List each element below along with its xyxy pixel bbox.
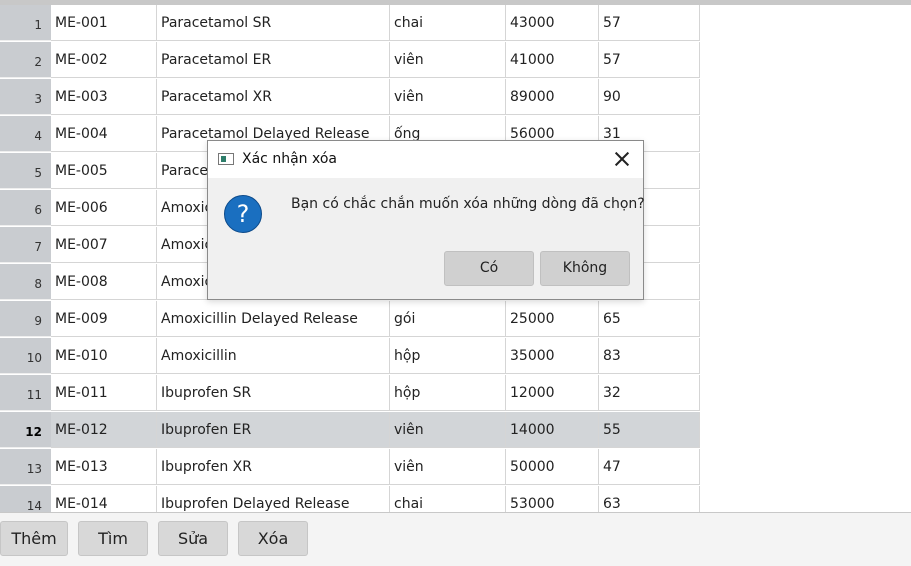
button-bar: Thêm Tìm Sửa Xóa xyxy=(0,513,911,566)
row-number[interactable]: 6 xyxy=(0,190,51,226)
row-number[interactable]: 13 xyxy=(0,449,51,485)
table-row[interactable]: 3 ME-003 Paracetamol XR viên 89000 90 xyxy=(0,79,700,116)
price-cell[interactable]: 43000 xyxy=(506,5,599,41)
edit-button[interactable]: Sửa xyxy=(158,521,228,556)
table-empty-area xyxy=(700,5,911,512)
name-cell[interactable]: Amoxicillin Delayed Release xyxy=(157,301,390,337)
table-row[interactable]: 14 ME-014 Ibuprofen Delayed Release chai 530… xyxy=(0,486,700,512)
table-row[interactable]: 1 ME-001 Paracetamol SR chai 43000 57 xyxy=(0,5,700,42)
code-cell[interactable]: ME-007 xyxy=(51,227,157,263)
code-cell[interactable]: ME-002 xyxy=(51,42,157,78)
row-number[interactable]: 11 xyxy=(0,375,51,411)
dialog-message: Bạn có chắc chắn muốn xóa những dòng đã … xyxy=(291,196,645,212)
code-cell[interactable]: ME-005 xyxy=(51,153,157,189)
quantity-cell[interactable]: 32 xyxy=(599,375,700,411)
price-cell[interactable]: 25000 xyxy=(506,301,599,337)
name-cell[interactable]: Ibuprofen ER xyxy=(157,412,390,448)
code-cell[interactable]: ME-012 xyxy=(51,412,157,448)
dialog-title: Xác nhận xóa xyxy=(242,151,337,167)
code-cell[interactable]: ME-013 xyxy=(51,449,157,485)
row-number[interactable]: 10 xyxy=(0,338,51,374)
code-cell[interactable]: ME-011 xyxy=(51,375,157,411)
code-cell[interactable]: ME-010 xyxy=(51,338,157,374)
dialog-titlebar: Xác nhận xóa xyxy=(208,141,643,178)
code-cell[interactable]: ME-009 xyxy=(51,301,157,337)
row-number[interactable]: 2 xyxy=(0,42,51,78)
unit-cell[interactable]: chai xyxy=(390,5,506,41)
table-row[interactable]: 2 ME-002 Paracetamol ER viên 41000 57 xyxy=(0,42,700,79)
name-cell[interactable]: Ibuprofen XR xyxy=(157,449,390,485)
price-cell[interactable]: 35000 xyxy=(506,338,599,374)
table-row[interactable]: 10 ME-010 Amoxicillin hộp 35000 83 xyxy=(0,338,700,375)
quantity-cell[interactable]: 65 xyxy=(599,301,700,337)
unit-cell[interactable]: hộp xyxy=(390,338,506,374)
price-cell[interactable]: 89000 xyxy=(506,79,599,115)
quantity-cell[interactable]: 63 xyxy=(599,486,700,512)
name-cell[interactable]: Paracetamol XR xyxy=(157,79,390,115)
quantity-cell[interactable]: 83 xyxy=(599,338,700,374)
unit-cell[interactable]: viên xyxy=(390,79,506,115)
row-number[interactable]: 7 xyxy=(0,227,51,263)
unit-cell[interactable]: viên xyxy=(390,42,506,78)
yes-button[interactable]: Có xyxy=(444,251,534,286)
find-button[interactable]: Tìm xyxy=(78,521,148,556)
row-number[interactable]: 5 xyxy=(0,153,51,189)
price-cell[interactable]: 50000 xyxy=(506,449,599,485)
close-icon[interactable] xyxy=(613,150,631,168)
row-number[interactable]: 8 xyxy=(0,264,51,300)
row-number[interactable]: 12 xyxy=(0,412,51,448)
unit-cell[interactable]: gói xyxy=(390,301,506,337)
name-cell[interactable]: Paracetamol ER xyxy=(157,42,390,78)
unit-cell[interactable]: viên xyxy=(390,412,506,448)
unit-cell[interactable]: hộp xyxy=(390,375,506,411)
price-cell[interactable]: 53000 xyxy=(506,486,599,512)
unit-cell[interactable]: viên xyxy=(390,449,506,485)
name-cell[interactable]: Ibuprofen SR xyxy=(157,375,390,411)
table-row[interactable]: 11 ME-011 Ibuprofen SR hộp 12000 32 xyxy=(0,375,700,412)
price-cell[interactable]: 41000 xyxy=(506,42,599,78)
quantity-cell[interactable]: 47 xyxy=(599,449,700,485)
confirm-delete-dialog: Xác nhận xóa ? Bạn có chắc chắn muốn xóa… xyxy=(207,140,645,300)
window-icon xyxy=(218,153,234,165)
row-number[interactable]: 1 xyxy=(0,5,51,41)
no-button[interactable]: Không xyxy=(540,251,630,286)
table-row[interactable]: 12 ME-012 Ibuprofen ER viên 14000 55 xyxy=(0,412,700,449)
row-number[interactable]: 4 xyxy=(0,116,51,152)
add-button[interactable]: Thêm xyxy=(0,521,68,556)
row-number[interactable]: 3 xyxy=(0,79,51,115)
delete-button[interactable]: Xóa xyxy=(238,521,308,556)
table-row[interactable]: 13 ME-013 Ibuprofen XR viên 50000 47 xyxy=(0,449,700,486)
code-cell[interactable]: ME-006 xyxy=(51,190,157,226)
price-cell[interactable]: 14000 xyxy=(506,412,599,448)
name-cell[interactable]: Ibuprofen Delayed Release xyxy=(157,486,390,512)
code-cell[interactable]: ME-001 xyxy=(51,5,157,41)
quantity-cell[interactable]: 55 xyxy=(599,412,700,448)
quantity-cell[interactable]: 57 xyxy=(599,5,700,41)
code-cell[interactable]: ME-004 xyxy=(51,116,157,152)
quantity-cell[interactable]: 57 xyxy=(599,42,700,78)
unit-cell[interactable]: chai xyxy=(390,486,506,512)
quantity-cell[interactable]: 90 xyxy=(599,79,700,115)
code-cell[interactable]: ME-014 xyxy=(51,486,157,512)
code-cell[interactable]: ME-003 xyxy=(51,79,157,115)
row-number[interactable]: 9 xyxy=(0,301,51,337)
price-cell[interactable]: 12000 xyxy=(506,375,599,411)
table-row[interactable]: 9 ME-009 Amoxicillin Delayed Release gói 250… xyxy=(0,301,700,338)
row-number[interactable]: 14 xyxy=(0,486,51,512)
name-cell[interactable]: Paracetamol SR xyxy=(157,5,390,41)
code-cell[interactable]: ME-008 xyxy=(51,264,157,300)
name-cell[interactable]: Amoxicillin xyxy=(157,338,390,374)
question-icon: ? xyxy=(224,195,262,233)
